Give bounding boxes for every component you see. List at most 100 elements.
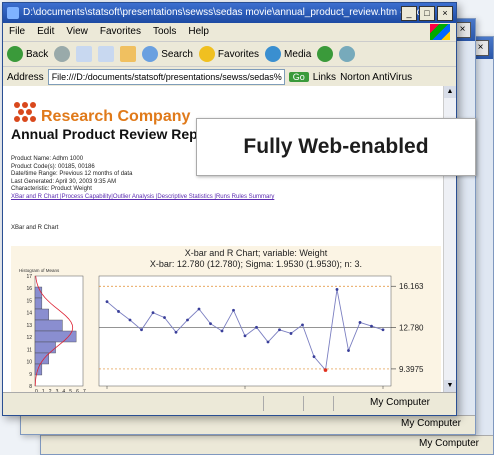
histogram-y-tick-label: 11	[27, 347, 32, 353]
browser-window: D:\documents\statsoft\presentations\sews…	[2, 2, 457, 416]
lower-control-limit-label: 9.3975	[399, 365, 424, 374]
xbar-data-point	[266, 340, 270, 344]
status-divider	[333, 396, 334, 411]
center-line-label: 12.780	[399, 324, 424, 333]
media-icon	[265, 46, 282, 62]
meta-last-generated: Last Generated: April 30, 2003 9:35 AM	[11, 178, 117, 185]
address-input[interactable]: File:///D:/documents/statsoft/presentati…	[47, 69, 285, 85]
histogram-bar	[34, 330, 77, 343]
go-button[interactable]: Go	[288, 72, 309, 82]
xbar-data-point	[197, 307, 201, 311]
xbar-data-point	[358, 321, 362, 324]
company-name: Research Company	[41, 108, 191, 125]
minimize-button[interactable]: _	[401, 6, 417, 21]
histogram-y-tick-label: 14	[26, 311, 32, 317]
links-button[interactable]: Links	[313, 72, 336, 83]
xbar-data-point	[117, 310, 120, 313]
menu-edit[interactable]: Edit	[37, 23, 54, 41]
histogram-y-tick-label: 9	[29, 372, 32, 378]
xbar-data-point	[186, 318, 189, 322]
histogram-bar	[34, 341, 56, 354]
back-arrow-icon	[7, 46, 23, 62]
menu-view[interactable]: View	[66, 23, 88, 41]
chart-plot: 1716151413121110980123456716.16312.7809.…	[26, 274, 424, 392]
menu-help[interactable]: Help	[188, 23, 209, 41]
xbar-data-point	[289, 332, 293, 335]
forward-arrow-icon[interactable]	[54, 46, 71, 62]
xbar-data-point	[323, 368, 328, 372]
xbar-data-point	[335, 288, 339, 291]
section-heading: XBar and R Chart	[11, 225, 59, 231]
windows-logo-icon	[430, 24, 450, 40]
browser-icon	[7, 7, 19, 19]
status-bar: My Computer	[3, 392, 456, 415]
menu-tools[interactable]: Tools	[153, 23, 176, 41]
address-label: Address	[7, 71, 44, 83]
background-statusbar: My Computer	[41, 435, 493, 454]
xbar-data-point	[209, 322, 212, 326]
status-divider	[303, 396, 304, 411]
maximize-button[interactable]: □	[419, 6, 435, 21]
xbar-data-point	[232, 308, 235, 312]
histogram-y-tick-label: 16	[26, 286, 32, 292]
home-icon[interactable]	[120, 46, 137, 62]
xbar-data-point	[347, 349, 350, 352]
histogram-y-tick-label: 8	[29, 384, 32, 390]
window-titlebar: D:\documents\statsoft\presentations\sews…	[3, 3, 456, 23]
search-button[interactable]: Search	[142, 46, 193, 62]
page-title: Annual Product Review Report	[11, 126, 217, 142]
xbar-data-point	[370, 324, 373, 328]
favorites-button[interactable]: Favorites	[198, 46, 259, 62]
report-section-links[interactable]: XBar and R Chart |Process Capability|Out…	[11, 194, 274, 202]
mail-icon[interactable]	[339, 46, 356, 62]
histogram-bar	[34, 363, 43, 376]
history-icon[interactable]	[317, 46, 334, 62]
xbar-data-point	[128, 318, 132, 322]
histogram-bar	[34, 319, 63, 332]
xbar-data-point	[278, 328, 281, 332]
meta-characteristic: Characteristic: Product Weight	[11, 186, 92, 193]
media-button[interactable]: Media	[265, 46, 311, 62]
menu-bar: File Edit View Favorites Tools Help	[3, 23, 456, 42]
xbar-data-point	[140, 328, 143, 332]
xbar-data-point	[163, 316, 166, 319]
histogram-bar	[34, 352, 49, 365]
menu-favorites[interactable]: Favorites	[100, 23, 141, 41]
stop-icon[interactable]	[76, 46, 93, 62]
scroll-up-icon[interactable]: ▲	[444, 86, 456, 98]
window-title: D:\documents\statsoft\presentations\sews…	[23, 7, 430, 18]
status-zone: My Computer	[369, 397, 430, 408]
status-zone: My Computer	[400, 418, 461, 429]
refresh-icon[interactable]	[98, 46, 115, 62]
histogram-y-tick-label: 17	[26, 274, 32, 280]
promo-banner: Fully Web-enabled	[196, 118, 476, 176]
xbar-data-point	[255, 325, 258, 329]
background-statusbar: My Computer	[21, 415, 475, 434]
antivirus-button[interactable]: Norton AntiVirus	[340, 72, 412, 83]
menu-file[interactable]: File	[9, 23, 25, 41]
company-logo-icon	[14, 102, 36, 122]
xbar-data-point	[301, 323, 304, 327]
close-button[interactable]: ×	[437, 6, 453, 21]
xbar-data-point	[151, 311, 155, 315]
back-button[interactable]: Back	[7, 46, 48, 62]
histogram-y-tick-label: 13	[26, 323, 32, 329]
search-icon	[142, 46, 159, 62]
star-icon	[198, 46, 215, 62]
scroll-down-icon[interactable]: ▼	[444, 380, 456, 392]
histogram-y-tick-label: 15	[26, 298, 32, 304]
xbar-data-point	[174, 330, 178, 334]
upper-control-limit-label: 16.163	[399, 282, 424, 291]
xbar-data-point	[312, 355, 316, 359]
toolbar: Back Search Favorites Media	[3, 42, 456, 67]
xbar-data-point	[105, 300, 109, 304]
histogram-y-tick-label: 10	[26, 360, 32, 366]
xbar-data-point	[220, 329, 224, 333]
xbar-plot-frame	[98, 275, 392, 387]
xbar-r-chart: X-bar and R Chart; variable: Weight X-ba…	[11, 246, 441, 392]
status-zone: My Computer	[418, 438, 479, 449]
histogram-bar	[34, 297, 43, 310]
address-bar: Address File:///D:/documents/statsoft/pr…	[3, 67, 456, 88]
xbar-data-point	[381, 328, 385, 332]
status-divider	[263, 396, 264, 411]
